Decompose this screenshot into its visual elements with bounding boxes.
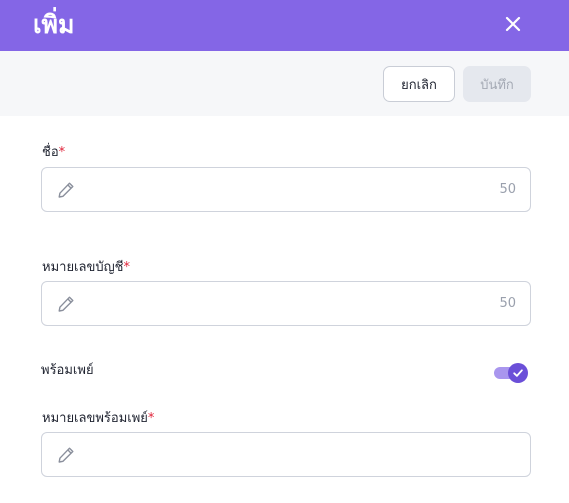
required-mark: *: [58, 145, 66, 160]
toggle-knob: [508, 363, 528, 383]
save-button[interactable]: บันทึก: [463, 66, 531, 102]
promptpay-number-input-box[interactable]: [41, 432, 531, 477]
name-label-text: ชื่อ: [42, 145, 59, 160]
name-field-label: ชื่อ*: [42, 144, 65, 162]
required-mark: *: [147, 411, 155, 426]
required-mark: *: [123, 260, 131, 275]
modal-title: เพิ่ม: [33, 10, 75, 39]
account-number-input-box[interactable]: 50: [41, 281, 531, 326]
name-char-counter: 50: [499, 182, 516, 197]
check-icon: [513, 369, 523, 377]
modal-header: เพิ่ม: [0, 0, 569, 51]
close-button[interactable]: [500, 11, 526, 37]
cancel-button[interactable]: ยกเลิก: [383, 66, 455, 102]
promptpay-number-input[interactable]: [86, 434, 476, 475]
account-number-field-label: หมายเลขบัญชี*: [42, 259, 130, 277]
close-icon: [505, 16, 521, 32]
promptpay-toggle[interactable]: [494, 362, 530, 384]
name-input-box[interactable]: 50: [41, 167, 531, 212]
account-number-label-text: หมายเลขบัญชี: [42, 260, 124, 275]
pencil-icon: [58, 182, 74, 198]
promptpay-number-field-label: หมายเลขพร้อมเพย์*: [42, 410, 154, 428]
action-toolbar: ยกเลิก บันทึก: [0, 51, 569, 116]
name-input[interactable]: [86, 169, 476, 210]
account-number-char-counter: 50: [499, 296, 516, 311]
promptpay-toggle-label: พร้อมเพย์: [41, 363, 94, 378]
account-number-input[interactable]: [86, 283, 476, 324]
pencil-icon: [58, 447, 74, 463]
promptpay-number-label-text: หมายเลขพร้อมเพย์: [42, 411, 148, 426]
pencil-icon: [58, 296, 74, 312]
